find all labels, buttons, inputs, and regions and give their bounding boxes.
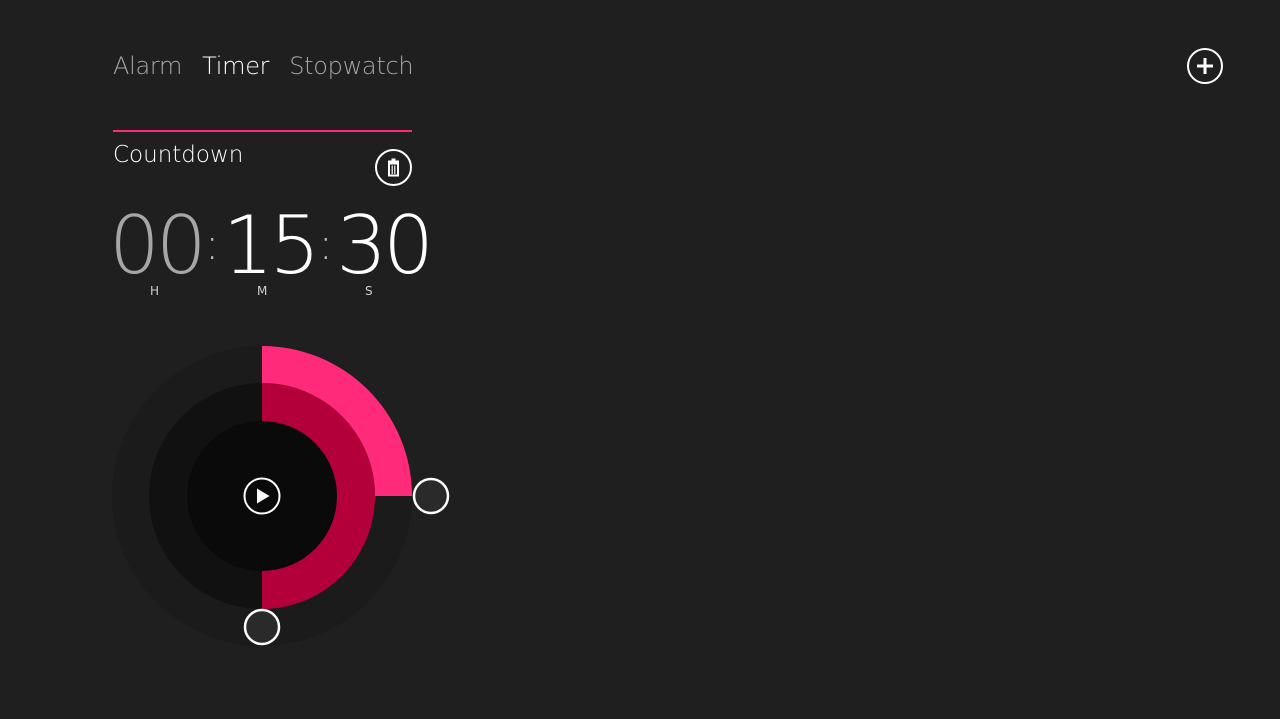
- tab-timer[interactable]: Timer: [202, 52, 269, 80]
- delete-timer-button[interactable]: [375, 149, 412, 186]
- minutes-value[interactable]: 15: [223, 198, 321, 294]
- hours-value[interactable]: 00: [109, 198, 207, 294]
- seconds-value[interactable]: 30: [336, 198, 434, 294]
- seconds-unit-label: S: [365, 284, 373, 298]
- tab-stopwatch[interactable]: Stopwatch: [289, 52, 413, 80]
- plus-icon: [1197, 58, 1213, 74]
- timer-dial: [112, 345, 450, 687]
- trash-icon: [388, 158, 399, 177]
- time-separator: :: [204, 219, 220, 270]
- hours-unit-label: H: [150, 284, 160, 298]
- tab-alarm[interactable]: Alarm: [113, 52, 182, 80]
- timer-title[interactable]: Countdown: [113, 142, 243, 168]
- clock-app: Alarm Timer Stopwatch Countdown 00 : 15 …: [0, 0, 1280, 719]
- seconds-drag-handle[interactable]: [243, 608, 281, 646]
- add-timer-button[interactable]: [1187, 48, 1223, 84]
- dial-graphic: [112, 346, 450, 646]
- minutes-unit-label: M: [257, 284, 268, 298]
- minutes-drag-handle[interactable]: [412, 477, 450, 515]
- mode-tabs: Alarm Timer Stopwatch: [113, 52, 414, 80]
- card-accent-line: [113, 130, 412, 132]
- time-separator: :: [318, 219, 334, 270]
